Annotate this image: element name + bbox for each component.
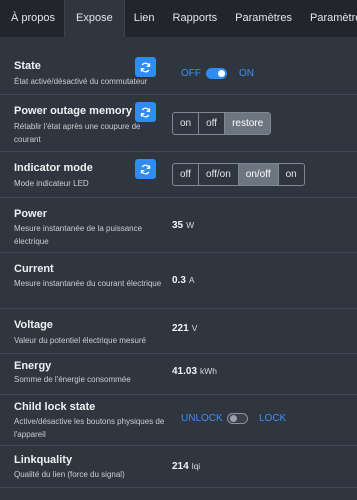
expose-row-voltage: Voltage Valeur du potentiel électrique m… [0, 309, 357, 354]
indicator-name: Indicator mode [14, 162, 93, 174]
power-outage-refresh-button[interactable] [135, 102, 156, 122]
tab-reporting[interactable]: Rapports [164, 0, 227, 37]
expose-row-state: State État activé/désactivé du commutate… [0, 37, 357, 95]
indicator-refresh-button[interactable] [135, 159, 156, 179]
indicator-option-off-on[interactable]: off/on [199, 164, 239, 185]
expose-row-current: Current Mesure instantanée du courant él… [0, 253, 357, 309]
state-off-label: OFF [181, 68, 201, 79]
power-name: Power [14, 208, 48, 220]
child-lock-description: Active/désactive les boutons physiques d… [14, 417, 165, 439]
expose-row-child-lock: Child lock state Active/désactive les bo… [0, 395, 357, 446]
tab-about[interactable]: À propos [0, 0, 64, 37]
linkquality-number: 214 [172, 461, 189, 472]
voltage-number: 221 [172, 323, 189, 334]
child-lock-lock-label: LOCK [259, 413, 287, 424]
power-description: Mesure instantanée de la puissance élect… [14, 224, 143, 246]
energy-unit: kWh [200, 366, 218, 376]
linkquality-unit: lqi [191, 461, 201, 471]
current-unit: A [188, 275, 195, 285]
linkquality-description: Qualité du lien (force du signal) [14, 470, 125, 479]
expose-row-indicator-mode: Indicator mode Mode indicateur LED off o… [0, 152, 357, 198]
indicator-options: off off/on on/off on [172, 163, 305, 186]
linkquality-name: Linkquality [14, 454, 73, 466]
power-number: 35 [172, 220, 184, 231]
tab-settings[interactable]: Paramètres [226, 0, 301, 37]
state-refresh-button[interactable] [135, 57, 156, 77]
energy-number: 41.03 [172, 366, 198, 377]
refresh-icon [140, 164, 151, 174]
current-number: 0.3 [172, 275, 186, 286]
state-toggle[interactable] [206, 68, 227, 79]
voltage-description: Valeur du potentiel électrique mesuré [14, 336, 146, 345]
energy-value: 41.03 kWh [172, 366, 217, 377]
voltage-name: Voltage [14, 319, 53, 331]
child-lock-unlock-label: UNLOCK [181, 413, 223, 424]
expose-row-power: Power Mesure instantanée de la puissance… [0, 198, 357, 253]
indicator-option-on-off[interactable]: on/off [238, 164, 279, 185]
state-name: State [14, 60, 41, 72]
voltage-unit: V [191, 323, 198, 333]
expose-row-linkquality: Linkquality Qualité du lien (force du si… [0, 446, 357, 488]
refresh-icon [140, 62, 151, 72]
power-outage-option-off[interactable]: off [199, 113, 226, 134]
power-outage-description: Rétablir l'état après une coupure de cou… [14, 122, 141, 144]
current-value: 0.3 A [172, 275, 195, 286]
child-lock-name: Child lock state [14, 401, 96, 413]
current-name: Current [14, 263, 54, 275]
state-on-label: ON [239, 68, 254, 79]
current-description: Mesure instantanée du courant électrique [14, 279, 162, 288]
voltage-value: 221 V [172, 323, 197, 334]
tab-expose[interactable]: Expose [64, 0, 125, 37]
energy-description: Somme de l'énergie consommée [14, 375, 131, 384]
power-outage-name: Power outage memory [14, 105, 132, 117]
indicator-option-on[interactable]: on [279, 164, 304, 185]
indicator-option-off[interactable]: off [173, 164, 199, 185]
energy-name: Energy [14, 360, 52, 372]
expose-row-power-outage-memory: Power outage memory Rétablir l'état aprè… [0, 95, 357, 152]
tab-bar: À propos Expose Lien Rapports Paramètres… [0, 0, 357, 37]
power-value: 35 W [172, 220, 194, 231]
expose-row-energy: Energy Somme de l'énergie consommée 41.0… [0, 354, 357, 395]
tab-bind[interactable]: Lien [125, 0, 164, 37]
power-outage-option-restore[interactable]: restore [225, 113, 271, 134]
tab-settings-specific[interactable]: Paramètres (s [301, 0, 357, 37]
linkquality-value: 214 lqi [172, 461, 200, 472]
child-lock-toggle[interactable] [227, 413, 248, 424]
refresh-icon [140, 107, 151, 117]
power-outage-options: on off restore [172, 112, 272, 135]
power-unit: W [186, 220, 195, 230]
power-outage-option-on[interactable]: on [173, 113, 200, 134]
